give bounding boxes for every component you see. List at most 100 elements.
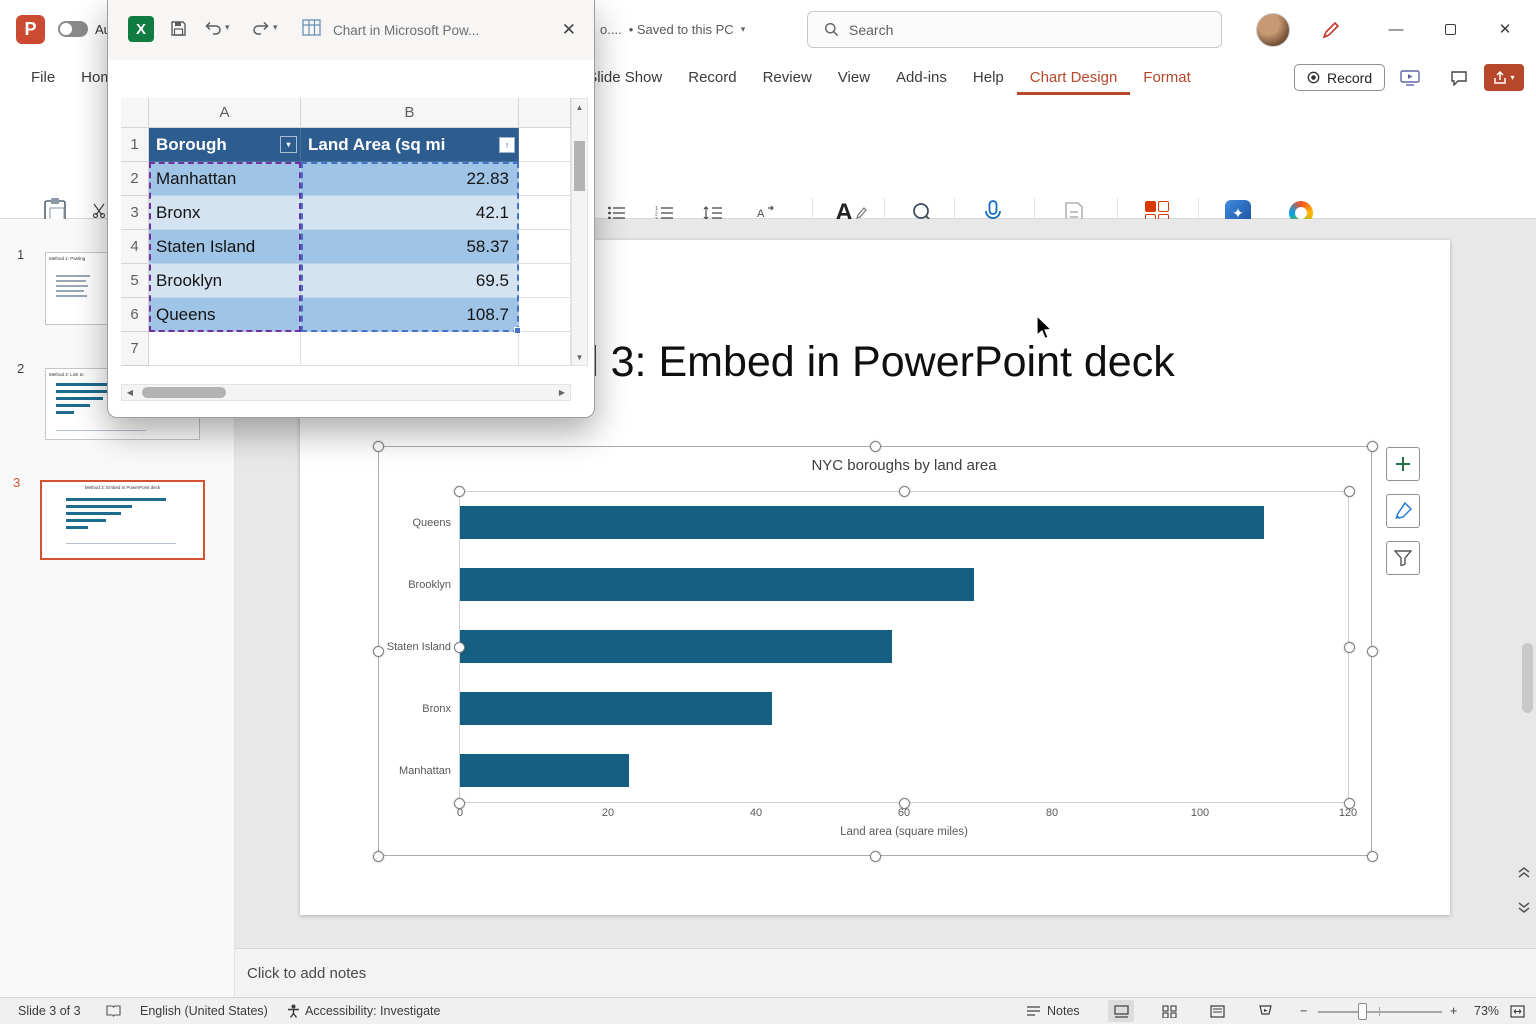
cell-area[interactable] (301, 332, 519, 366)
canvas-scrollbar[interactable] (1522, 223, 1533, 939)
chart-elements-button[interactable] (1386, 447, 1420, 481)
resize-handle[interactable] (454, 642, 465, 653)
zoom-slider-thumb[interactable] (1358, 1003, 1367, 1020)
zoom-level[interactable]: 73% (1474, 998, 1499, 1024)
zoom-in-icon[interactable]: + (1450, 998, 1457, 1024)
cell-borough[interactable] (149, 332, 301, 366)
cell-borough[interactable]: Queens (149, 298, 301, 332)
cell-area[interactable]: 69.5 (301, 264, 519, 298)
resize-handle[interactable] (899, 798, 910, 809)
chart-title[interactable]: NYC boroughs by land area (459, 457, 1349, 474)
redo-icon[interactable]: ▾ (252, 20, 278, 35)
header-cell-borough[interactable]: Borough ▾ (149, 128, 301, 162)
cell-area[interactable]: 58.37 (301, 230, 519, 264)
normal-view-icon[interactable] (1108, 1000, 1134, 1022)
slide-thumbnail-3[interactable]: Method 3: Embed in PowerPoint deck (40, 480, 205, 560)
tab-add-ins[interactable]: Add-ins (883, 60, 960, 95)
slide-sorter-icon[interactable] (1156, 1000, 1182, 1022)
bar-bronx[interactable] (460, 692, 772, 725)
row-number[interactable]: 2 (121, 162, 149, 196)
comment-icon[interactable] (1444, 64, 1474, 91)
zoom-slider[interactable] (1318, 1011, 1442, 1013)
cell-borough[interactable]: Manhattan (149, 162, 301, 196)
resize-handle[interactable] (899, 486, 910, 497)
zoom-out-icon[interactable]: − (1300, 998, 1307, 1024)
next-slide-button[interactable] (1513, 893, 1535, 921)
bar-brooklyn[interactable] (460, 568, 974, 601)
bar-staten-island[interactable] (460, 630, 892, 663)
resize-handle[interactable] (373, 441, 384, 452)
powerpoint-icon[interactable]: P (16, 15, 45, 44)
cell-empty[interactable] (519, 332, 571, 366)
proofing-icon[interactable] (106, 998, 121, 1024)
resize-handle[interactable] (1344, 642, 1355, 653)
scroll-right-icon[interactable]: ▶ (554, 385, 570, 400)
autosave-toggle-icon[interactable] (58, 21, 88, 37)
excel-horizontal-scrollbar[interactable]: ◀ ▶ (121, 384, 571, 401)
cell-empty[interactable] (519, 264, 571, 298)
accessibility-status[interactable]: Accessibility: Investigate (305, 998, 440, 1024)
resize-handle[interactable] (1344, 798, 1355, 809)
save-icon[interactable] (170, 20, 187, 37)
close-icon[interactable]: ✕ (562, 20, 576, 40)
scrollbar-thumb[interactable] (142, 387, 226, 398)
chart-table-icon[interactable] (302, 19, 321, 36)
cell-borough[interactable]: Bronx (149, 196, 301, 230)
tab-help[interactable]: Help (960, 60, 1017, 95)
resize-handle[interactable] (454, 798, 465, 809)
resize-handle[interactable] (870, 441, 881, 452)
sort-filter-icon[interactable]: ↑ (499, 137, 515, 153)
row-number[interactable]: 7 (121, 332, 149, 366)
cell-empty[interactable] (519, 128, 571, 162)
row-number[interactable]: 5 (121, 264, 149, 298)
fill-handle[interactable] (514, 327, 521, 334)
row-number[interactable]: 4 (121, 230, 149, 264)
slideshow-icon[interactable] (1252, 1000, 1278, 1022)
tab-chart-design[interactable]: Chart Design (1017, 60, 1131, 95)
spreadsheet[interactable]: A B 1 Borough ▾ Land Area (sq mi ↑ 2 Man… (121, 98, 571, 366)
excel-chart-data-window[interactable]: X ▾ ▾ Chart in Microsoft Pow... ✕ A B 1 … (107, 0, 595, 418)
cell-borough[interactable]: Brooklyn (149, 264, 301, 298)
resize-handle[interactable] (1344, 486, 1355, 497)
cell-area[interactable]: 22.83 (301, 162, 519, 196)
resize-handle[interactable] (454, 486, 465, 497)
pen-icon[interactable] (1316, 17, 1346, 43)
language-indicator[interactable]: English (United States) (140, 998, 268, 1024)
cell-empty[interactable] (519, 196, 571, 230)
select-all-corner[interactable] (121, 98, 149, 128)
search-input[interactable]: Search (807, 11, 1222, 48)
tab-record[interactable]: Record (675, 60, 749, 95)
cell-empty[interactable] (519, 230, 571, 264)
slide-indicator[interactable]: Slide 3 of 3 (18, 998, 81, 1024)
header-cell-land-area[interactable]: Land Area (sq mi ↑ (301, 128, 519, 162)
notes-toggle[interactable]: Notes (1026, 998, 1080, 1024)
maximize-icon[interactable] (1426, 0, 1474, 58)
fit-to-window-icon[interactable] (1510, 998, 1525, 1024)
present-in-teams-button[interactable] (1393, 64, 1427, 91)
cell-area[interactable]: 42.1 (301, 196, 519, 230)
chart-styles-button[interactable] (1386, 494, 1420, 528)
bar-queens[interactable] (460, 506, 1264, 539)
scroll-up-icon[interactable]: ▲ (572, 99, 587, 115)
resize-handle[interactable] (373, 646, 384, 657)
tab-file[interactable]: File (18, 60, 68, 95)
column-header-a[interactable]: A (149, 98, 301, 128)
minimize-icon[interactable]: — (1372, 0, 1420, 58)
scrollbar-thumb[interactable] (1522, 643, 1533, 713)
excel-vertical-scrollbar[interactable]: ▲ ▼ (571, 98, 588, 366)
row-number[interactable]: 1 (121, 128, 149, 162)
column-header-b[interactable]: B (301, 98, 519, 128)
close-icon[interactable]: ✕ (1481, 0, 1529, 58)
chart-plot-area[interactable]: Queens Brooklyn Staten Island (459, 491, 1349, 803)
cell-area[interactable]: 108.7 (301, 298, 519, 332)
chart-filters-button[interactable] (1386, 541, 1420, 575)
filter-dropdown-icon[interactable]: ▾ (280, 136, 297, 153)
scrollbar-thumb[interactable] (574, 141, 585, 191)
tab-view[interactable]: View (825, 60, 883, 95)
cell-borough[interactable]: Staten Island (149, 230, 301, 264)
row-number[interactable]: 3 (121, 196, 149, 230)
cell-empty[interactable] (519, 162, 571, 196)
undo-icon[interactable]: ▾ (204, 20, 230, 35)
document-title[interactable]: o.... • Saved to this PC ▾ (600, 22, 745, 37)
chart-object[interactable]: NYC boroughs by land area Queens Brookly… (378, 446, 1372, 856)
